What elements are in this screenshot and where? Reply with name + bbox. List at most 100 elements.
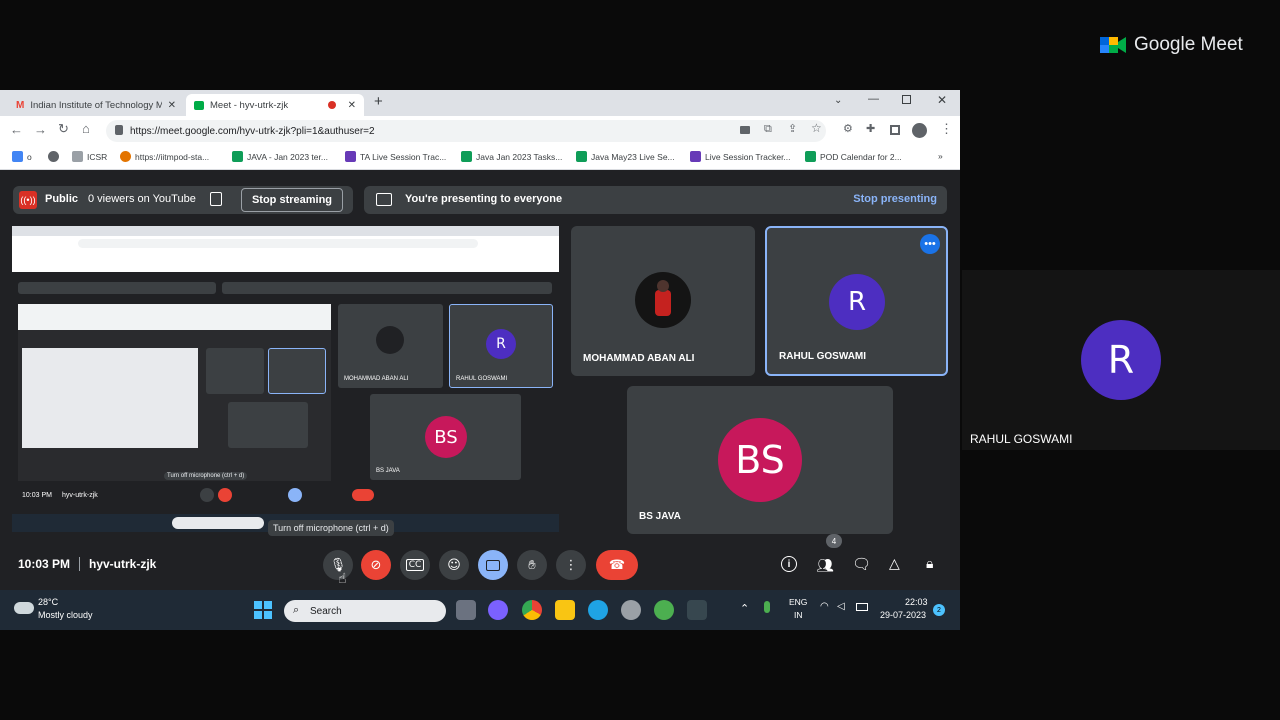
home-icon[interactable]: ⌂: [82, 121, 90, 136]
more-vert-icon: ⋮: [564, 557, 578, 573]
puzzle-icon[interactable]: ✚: [866, 122, 875, 135]
meeting-time: 10:03 PM: [18, 557, 71, 571]
participant-name: BS JAVA: [639, 511, 681, 522]
captions-button[interactable]: CC: [400, 550, 430, 580]
notification-badge[interactable]: 2: [933, 604, 945, 616]
copy-icon[interactable]: [210, 192, 222, 206]
stream-visibility: Public: [45, 193, 79, 205]
mic-tooltip: Turn off microphone (ctrl + d): [268, 520, 394, 536]
participant-tile-rahul: ••• R RAHUL GOSWAMI: [765, 226, 948, 376]
chevron-down-icon[interactable]: ⌄: [834, 95, 842, 106]
bookmark-item[interactable]: https://iitmpod-sta...: [120, 151, 209, 162]
participant-name: RAHUL GOSWAMI: [456, 376, 508, 382]
menu-icon[interactable]: ⋮: [940, 121, 953, 137]
settings-icon[interactable]: [621, 600, 641, 620]
bookmark-label: https://iitmpod-sta...: [135, 151, 210, 162]
more-options-icon[interactable]: •••: [920, 234, 940, 254]
terminal-icon[interactable]: [687, 600, 707, 620]
reactions-button[interactable]: ☺: [439, 550, 469, 580]
bookmark-label: Java Jan 2023 Tasks...: [476, 151, 563, 162]
bookmark-item[interactable]: o: [12, 151, 32, 162]
minimize-icon[interactable]: —: [868, 93, 879, 105]
bookmark-label: ICSR: [87, 151, 108, 162]
clock-time[interactable]: 22:03: [905, 597, 928, 607]
participant-name: RAHUL GOSWAMI: [779, 351, 867, 362]
edge-icon[interactable]: [588, 600, 608, 620]
close-icon[interactable]: ✕: [348, 100, 356, 111]
camera-off-button[interactable]: ⊘: [361, 550, 391, 580]
bookmark-item[interactable]: Live Session Tracker...: [690, 151, 791, 162]
raise-hand-button[interactable]: ✋︎: [517, 550, 547, 580]
presented-screen: MOHAMMAD ABAN ALI R RAHUL GOSWAMI BS BS …: [12, 226, 559, 532]
star-icon[interactable]: ☆: [811, 121, 822, 135]
present-button[interactable]: [478, 550, 508, 580]
forms-icon: [345, 151, 356, 162]
participant-name: MOHAMMAD ABAN ALI: [583, 353, 695, 364]
forms-icon: [690, 151, 701, 162]
address-bar[interactable]: https://meet.google.com/hyv-utrk-zjk?pli…: [106, 120, 826, 142]
show-hidden-icons[interactable]: ⌃: [740, 602, 749, 615]
close-icon[interactable]: ✕: [168, 100, 176, 111]
close-window-icon[interactable]: ✕: [937, 93, 947, 107]
battery-icon[interactable]: [856, 603, 868, 611]
participant-name: BS JAVA: [376, 468, 400, 474]
end-call-button[interactable]: ☎︎: [596, 550, 638, 580]
info-icon[interactable]: i: [781, 556, 797, 572]
chat-icon[interactable]: 🗨︎: [852, 555, 871, 573]
more-bookmarks-icon[interactable]: »: [938, 151, 943, 161]
clock-date[interactable]: 29-07-2023: [880, 610, 926, 620]
participant-name: RAHUL GOSWAMI: [970, 432, 1073, 446]
windows-start-icon[interactable]: [254, 601, 272, 619]
people-icon[interactable]: 👥︎: [816, 557, 834, 574]
meeting-controls: 10:03 PM hyv-utrk-zjk 🎙︎ ⊘ CC ☺ ✋︎ ⋮ ☎︎ …: [0, 534, 960, 590]
forward-icon[interactable]: →: [34, 122, 47, 137]
task-view-icon[interactable]: [456, 600, 476, 620]
wifi-icon[interactable]: ◠: [820, 601, 829, 612]
bookmark-item[interactable]: ICSR: [72, 151, 107, 162]
more-options-button[interactable]: ⋮: [556, 550, 586, 580]
presenting-bar: You're presenting to everyone Stop prese…: [364, 186, 947, 214]
hang-up-icon: ☎︎: [608, 557, 626, 573]
profile-avatar[interactable]: [912, 123, 927, 138]
mirror-tooltip: Turn off microphone (ctrl + d): [164, 472, 248, 480]
teams-chat-icon[interactable]: [488, 600, 508, 620]
camera-icon[interactable]: [740, 126, 750, 134]
bookmark-item[interactable]: POD Calendar for 2...: [805, 151, 902, 162]
stop-streaming-button[interactable]: Stop streaming: [241, 188, 343, 212]
reload-icon[interactable]: ↻: [58, 121, 69, 137]
taskbar-search[interactable]: ⌕ Search: [284, 600, 446, 622]
meet-stage: ((•)) Public 0 viewers on YouTube Stop s…: [0, 170, 960, 590]
cursor-icon: ☝︎: [338, 570, 347, 586]
open-external-icon[interactable]: ⧉: [764, 123, 772, 136]
lock-icon: [115, 125, 123, 135]
bookmark-label: Java May23 Live Se...: [591, 151, 675, 162]
mirror-tab-strip: [12, 226, 559, 236]
volume-icon[interactable]: ◁: [837, 601, 845, 612]
tab-meet[interactable]: Meet - hyv-utrk-zjk ✕: [186, 94, 364, 116]
divider: [79, 557, 80, 571]
maps-icon[interactable]: [654, 600, 674, 620]
file-explorer-icon[interactable]: [555, 600, 575, 620]
bookmark-item[interactable]: JAVA - Jan 2023 ter...: [232, 151, 328, 162]
globe-icon[interactable]: [48, 151, 59, 162]
bookmark-item[interactable]: Java May23 Live Se...: [576, 151, 675, 162]
mirror-stream-bar: [18, 282, 216, 294]
stop-presenting-button[interactable]: Stop presenting: [853, 193, 937, 205]
host-controls-icon[interactable]: 🔒︎: [926, 555, 933, 572]
activities-icon[interactable]: △: [889, 555, 900, 572]
share-icon[interactable]: ⇪: [788, 122, 797, 135]
bookmark-item[interactable]: TA Live Session Trac...: [345, 151, 446, 162]
new-tab-icon[interactable]: +: [374, 93, 383, 110]
restore-icon[interactable]: [902, 95, 911, 104]
streaming-bar: ((•)) Public 0 viewers on YouTube Stop s…: [13, 186, 353, 214]
extensions-icon[interactable]: ⚙: [843, 122, 853, 135]
tab-iit[interactable]: M Indian Institute of Technology M ✕: [8, 94, 184, 116]
tab-label: Indian Institute of Technology M: [30, 99, 162, 111]
chrome-icon[interactable]: [522, 600, 542, 620]
mirror-code: hyv-utrk-zjk: [62, 492, 98, 499]
bookmark-item[interactable]: Java Jan 2023 Tasks...: [461, 151, 562, 162]
language-indicator[interactable]: ENG: [789, 597, 807, 607]
sidepanel-icon[interactable]: [890, 125, 900, 135]
back-icon[interactable]: ←: [10, 122, 23, 137]
region-indicator[interactable]: IN: [794, 610, 803, 620]
